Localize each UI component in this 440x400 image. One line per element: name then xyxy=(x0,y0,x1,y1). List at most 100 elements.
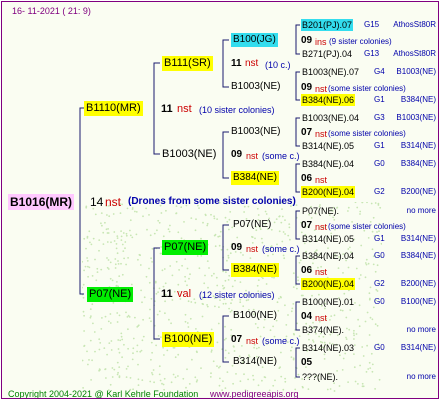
g2-node-4[interactable]: B100(NE) xyxy=(162,332,215,347)
g3-node-5[interactable]: P07(NE) xyxy=(231,218,273,232)
g3-unit-6: nst xyxy=(315,267,328,277)
g4-origin: B314(NE) xyxy=(400,141,436,150)
g3-note-1: (9 sister colonies) xyxy=(329,37,392,46)
g2-node-2[interactable]: B1003(NE) xyxy=(160,147,218,162)
g4-generation: G1 xyxy=(374,141,385,150)
g2-unit-3: nst xyxy=(246,244,259,254)
g4-generation: G0 xyxy=(374,297,385,306)
g2-note-2: (some c.) xyxy=(262,151,300,161)
g1-unit-2: val xyxy=(177,288,192,300)
g4-node[interactable]: B314(NE).05 xyxy=(301,140,355,152)
g3-unit-7: nst xyxy=(315,313,328,323)
g4-generation: G15 xyxy=(364,20,380,29)
root-count: 14 xyxy=(90,195,104,209)
g3-count-1: 09 xyxy=(301,35,313,46)
g4-origin: AthosSt80R xyxy=(393,20,436,29)
g3-count-6: 06 xyxy=(301,265,313,276)
g4-node[interactable]: B374(NE). xyxy=(301,324,345,336)
footer-site[interactable]: www.pedigreeapis.org xyxy=(210,388,299,398)
g2-node-1[interactable]: B111(SR) xyxy=(162,56,213,71)
pedigree-frame: 16- 11-2021 ( 21: 9) B1016(MR) 14 nst (D… xyxy=(1,1,439,399)
g4-node[interactable]: B384(NE).04 xyxy=(301,250,355,262)
g2-count-3: 09 xyxy=(231,242,243,253)
g3-unit-3: nst xyxy=(315,129,328,139)
g2-note-3: (some c.) xyxy=(262,244,300,254)
g1-node-1[interactable]: B1110(MR) xyxy=(84,101,143,116)
g4-generation: G2 xyxy=(374,187,385,196)
g4-node[interactable]: B1003(NE).04 xyxy=(301,112,360,124)
g2-count-2: 09 xyxy=(231,149,243,160)
g3-count-5: 07 xyxy=(301,220,313,231)
g4-node[interactable]: B100(NE).01 xyxy=(301,296,355,308)
g4-node[interactable]: P07(NE). xyxy=(301,205,340,217)
g2-note-4: (some c.) xyxy=(262,336,300,346)
g4-node[interactable]: B1003(NE).07 xyxy=(301,66,360,78)
g4-node[interactable]: B384(NE).06 xyxy=(301,94,356,106)
g4-generation: G3 xyxy=(374,113,385,122)
g4-node[interactable]: B314(NE).05 xyxy=(301,233,355,245)
root-node[interactable]: B1016(MR) xyxy=(8,194,75,210)
g4-origin: B1003(NE) xyxy=(396,67,436,76)
g4-origin: B384(NE) xyxy=(400,159,436,168)
g4-node[interactable]: B271(PJ).04 xyxy=(301,48,353,60)
g4-origin: B384(NE) xyxy=(400,251,436,260)
g1-count-1: 11 xyxy=(161,103,173,115)
g4-origin: B314(NE) xyxy=(400,234,436,243)
g3-count-2: 09 xyxy=(301,82,313,93)
root-note: (Drones from some sister colonies) xyxy=(128,196,296,207)
g4-origin: B200(NE) xyxy=(400,279,436,288)
g1-note-2: (12 sister colonies) xyxy=(199,290,275,300)
g3-node-4[interactable]: B384(NE) xyxy=(231,171,279,185)
g4-node[interactable]: B314(NE).03 xyxy=(301,342,355,354)
g4-origin: B200(NE) xyxy=(400,187,436,196)
g4-generation: G1 xyxy=(374,95,385,104)
g4-generation: G0 xyxy=(374,159,385,168)
g3-count-4: 06 xyxy=(301,173,313,184)
g4-origin: no more xyxy=(406,206,436,215)
g2-unit-4: nst xyxy=(246,336,259,346)
g4-origin: AthosSt80R xyxy=(393,49,436,58)
g4-origin: B100(NE) xyxy=(400,297,436,306)
g2-unit-2: nst xyxy=(246,151,259,161)
g4-generation: G2 xyxy=(374,279,385,288)
date-stamp: 16- 11-2021 ( 21: 9) xyxy=(12,6,91,16)
g4-origin: B1003(NE) xyxy=(396,113,436,122)
g3-unit-4: nst xyxy=(315,175,328,185)
g3-count-3: 07 xyxy=(301,127,313,138)
g3-node-3[interactable]: B1003(NE) xyxy=(229,125,282,139)
g4-node[interactable]: B384(NE).04 xyxy=(301,158,355,170)
g2-note-1: (10 c.) xyxy=(265,60,291,70)
g3-node-6[interactable]: B384(NE) xyxy=(231,263,279,277)
g4-origin: no more xyxy=(406,372,436,381)
g3-node-1[interactable]: B100(JG) xyxy=(231,33,278,47)
g4-generation: G0 xyxy=(374,251,385,260)
g1-unit-1: nst xyxy=(177,103,192,115)
g1-count-2: 11 xyxy=(161,288,173,300)
g4-generation: G4 xyxy=(374,67,385,76)
g3-count-7: 04 xyxy=(301,311,313,322)
g2-count-1: 11 xyxy=(231,58,242,69)
g3-node-7[interactable]: B100(NE) xyxy=(231,309,279,323)
g4-generation: G0 xyxy=(374,343,385,352)
g2-unit-1: nst xyxy=(245,58,259,69)
g1-note-1: (10 sister colonies) xyxy=(199,105,275,115)
g4-node[interactable]: B201(PJ).07 xyxy=(301,19,354,31)
root-unit: nst xyxy=(105,195,122,209)
g3-unit-1: ins xyxy=(315,37,327,47)
g4-generation: G1 xyxy=(374,234,385,243)
g3-node-8[interactable]: B314(NE) xyxy=(231,355,279,369)
g2-count-4: 07 xyxy=(231,334,243,345)
g1-node-2[interactable]: P07(NE) xyxy=(87,287,134,302)
g4-origin: no more xyxy=(406,325,436,334)
g3-node-2[interactable]: B1003(NE) xyxy=(229,80,282,94)
g3-note-5: (some sister colonies) xyxy=(328,222,406,231)
g4-node[interactable]: B200(NE).04 xyxy=(301,278,356,290)
g4-node[interactable]: ???(NE). xyxy=(301,371,339,383)
g4-origin: B314(NE) xyxy=(400,343,436,352)
g4-origin: B384(NE) xyxy=(400,95,436,104)
g2-node-3[interactable]: P07(NE) xyxy=(162,240,209,255)
g4-generation: G13 xyxy=(364,49,380,58)
g3-note-3: (some sister colonies) xyxy=(328,129,406,138)
g3-count-8: 05 xyxy=(301,357,313,368)
g4-node[interactable]: B200(NE).04 xyxy=(301,186,356,198)
